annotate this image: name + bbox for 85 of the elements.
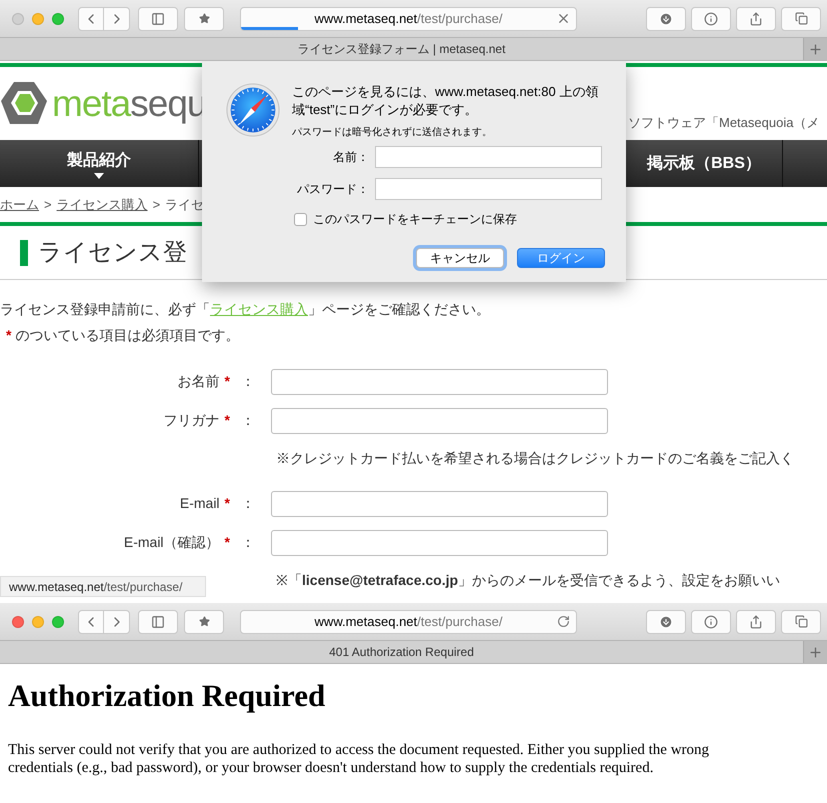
info-button[interactable] [691,6,731,30]
required-note: のついている項目は必須項目です。 [15,326,240,345]
site-tagline: ソフトウェア「Metasequoia（メ [628,114,820,132]
sidebar-icon [151,614,165,628]
info-icon [704,614,718,628]
required-mark: * [224,533,230,552]
dialog-message: このページを見るには、www.metaseq.net:80 上の領域“test”にログインが必要です。 [292,83,600,119]
tabs-button[interactable] [781,610,821,634]
new-tab-button[interactable] [803,641,827,663]
field-label: E-mail [180,494,220,513]
error-heading: Authorization Required [8,677,326,715]
dialog-notice: パスワードは暗号化されずに送信されます。 [292,126,493,140]
caret-icon [94,172,104,178]
bookmarks-button[interactable] [184,6,224,30]
required-mark: * [224,372,230,391]
download-icon [659,12,673,26]
new-tab-button[interactable] [803,38,827,60]
checkbox-label: このパスワードをキーチェーンに保存 [313,211,517,228]
input-field[interactable] [271,408,608,434]
window-control-icon[interactable] [52,12,64,24]
breadcrumb-current: ライセ [165,196,204,214]
field-label: フリガナ [164,411,220,430]
input-field[interactable] [374,146,602,168]
downloads-button[interactable] [646,610,686,634]
heading-marker [20,240,28,266]
tabs-button[interactable] [781,6,821,30]
info-icon [704,12,718,26]
window-control-icon[interactable] [12,616,24,628]
sidebar-button[interactable] [138,6,178,30]
stop-icon[interactable] [556,11,571,26]
downloads-button[interactable] [646,6,686,30]
share-button[interactable] [736,610,776,634]
nav-item[interactable]: 製品紹介 [0,140,199,187]
input-field[interactable] [271,368,608,394]
tabs-icon [794,615,808,628]
back-button[interactable] [78,610,104,634]
field-label: パスワード： [296,181,370,198]
share-icon [749,12,763,26]
share-icon [749,614,763,628]
breadcrumb-separator: > [152,196,160,214]
required-mark: * [224,411,230,430]
field-note: ※クレジットカード払いを希望される場合はクレジットカードのご名義をご記入く [276,448,794,468]
checkbox[interactable] [294,212,307,226]
plus-icon [808,42,823,56]
download-icon [659,614,673,628]
back-button[interactable] [78,6,104,30]
plus-icon [808,644,823,660]
star-icon [198,616,210,627]
field-label: E-mail（確認） [124,533,220,552]
reload-icon[interactable] [557,615,570,628]
compass-icon [226,81,280,139]
status-bar: www.metaseq.net/test/purchase/ [0,576,206,597]
star-icon [198,13,210,24]
required-mark: * [224,494,230,513]
field-separator: ： [241,533,255,552]
page-heading: ライセンス登 [38,238,187,268]
window-control-icon[interactable] [52,616,64,628]
cancel-button[interactable]: キャンセル [416,248,504,268]
field-label: 名前： [332,149,370,166]
address-bar[interactable]: www.metaseq.net/test/purchase/ [240,610,577,634]
url-text: www.metaseq.net/test/purchase/ [314,10,502,28]
error-message: This server could not verify that you are authorized to access the document requested. Either you supplied the wrong credentials (e.g., bad password), or your browser doesn't understand how to supply the credentials required. [8,740,710,776]
sidebar-button[interactable] [138,610,178,634]
input-field[interactable] [374,178,602,200]
input-field[interactable] [271,490,608,516]
tabs-icon [794,12,808,25]
breadcrumb-link[interactable]: ホーム [0,194,39,214]
field-separator: ： [241,372,255,391]
url-text: www.metaseq.net/test/purchase/ [314,612,502,631]
field-separator: ： [241,411,255,430]
required-mark: * [6,326,12,345]
info-button[interactable] [691,610,731,634]
bookmarks-button[interactable] [184,610,224,634]
share-button[interactable] [736,6,776,30]
breadcrumb-link[interactable]: ライセンス購入 [56,194,148,214]
intro-text: ライセンス登録申請前に、必ず「ライセンス購入」ページをご確認ください。 [0,300,491,319]
sidebar-icon [151,12,165,26]
address-bar[interactable]: www.metaseq.net/test/purchase/ [240,6,577,30]
forward-button[interactable] [104,610,130,634]
field-separator: ： [241,494,255,513]
field-label: お名前 [178,372,220,391]
breadcrumb-separator: > [44,196,52,214]
field-note: ※「license@tetraface.co.jp」からのメールを受信できるよう、設定をお願いい [276,570,780,590]
input-field[interactable] [271,530,608,556]
forward-button[interactable] [104,6,130,30]
